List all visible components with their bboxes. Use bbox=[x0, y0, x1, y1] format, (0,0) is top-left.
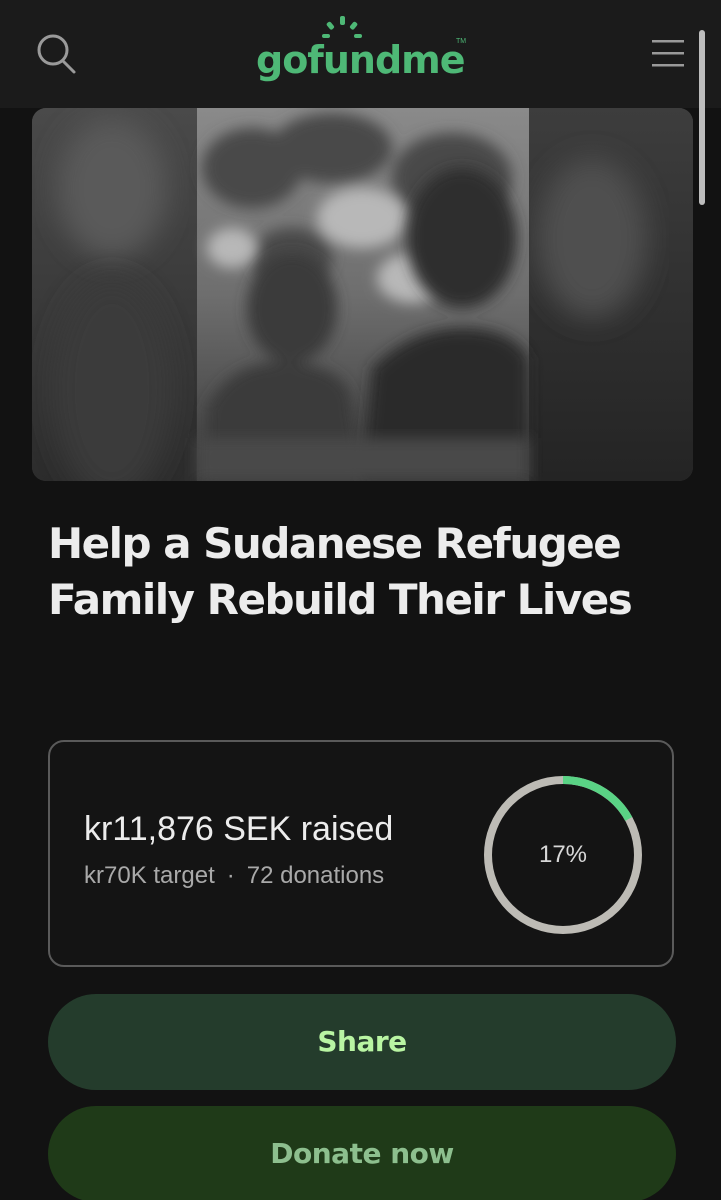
top-nav-bar: gofundme TM bbox=[0, 0, 721, 108]
campaign-title: Help a Sudanese Refugee Family Rebuild T… bbox=[48, 519, 633, 624]
fundraising-progress-card: kr11,876 SEK raised kr70K target · 72 dona… bbox=[48, 740, 674, 967]
target-amount: kr70K target bbox=[84, 862, 215, 889]
donate-now-button[interactable]: Donate now bbox=[48, 1106, 676, 1200]
target-and-donations: kr70K target · 72 donations bbox=[84, 860, 384, 892]
page-scrollbar[interactable] bbox=[699, 30, 705, 205]
trademark-mark: TM bbox=[456, 38, 467, 45]
campaign-page: gofundme TM Help a Sudanese Refugee Fami… bbox=[0, 0, 721, 1200]
hamburger-menu-icon[interactable] bbox=[648, 34, 688, 74]
separator-dot: · bbox=[226, 862, 235, 889]
share-button[interactable]: Share bbox=[48, 994, 676, 1090]
amount-raised: kr11,876 SEK raised bbox=[84, 810, 394, 848]
progress-percent: 17% bbox=[538, 841, 588, 868]
gofundme-logo[interactable]: gofundme TM bbox=[250, 14, 475, 94]
donation-count: 72 donations bbox=[246, 862, 385, 889]
search-icon[interactable] bbox=[32, 30, 80, 78]
campaign-hero-image[interactable] bbox=[32, 108, 693, 481]
logo-wordmark: gofundme bbox=[256, 38, 466, 82]
